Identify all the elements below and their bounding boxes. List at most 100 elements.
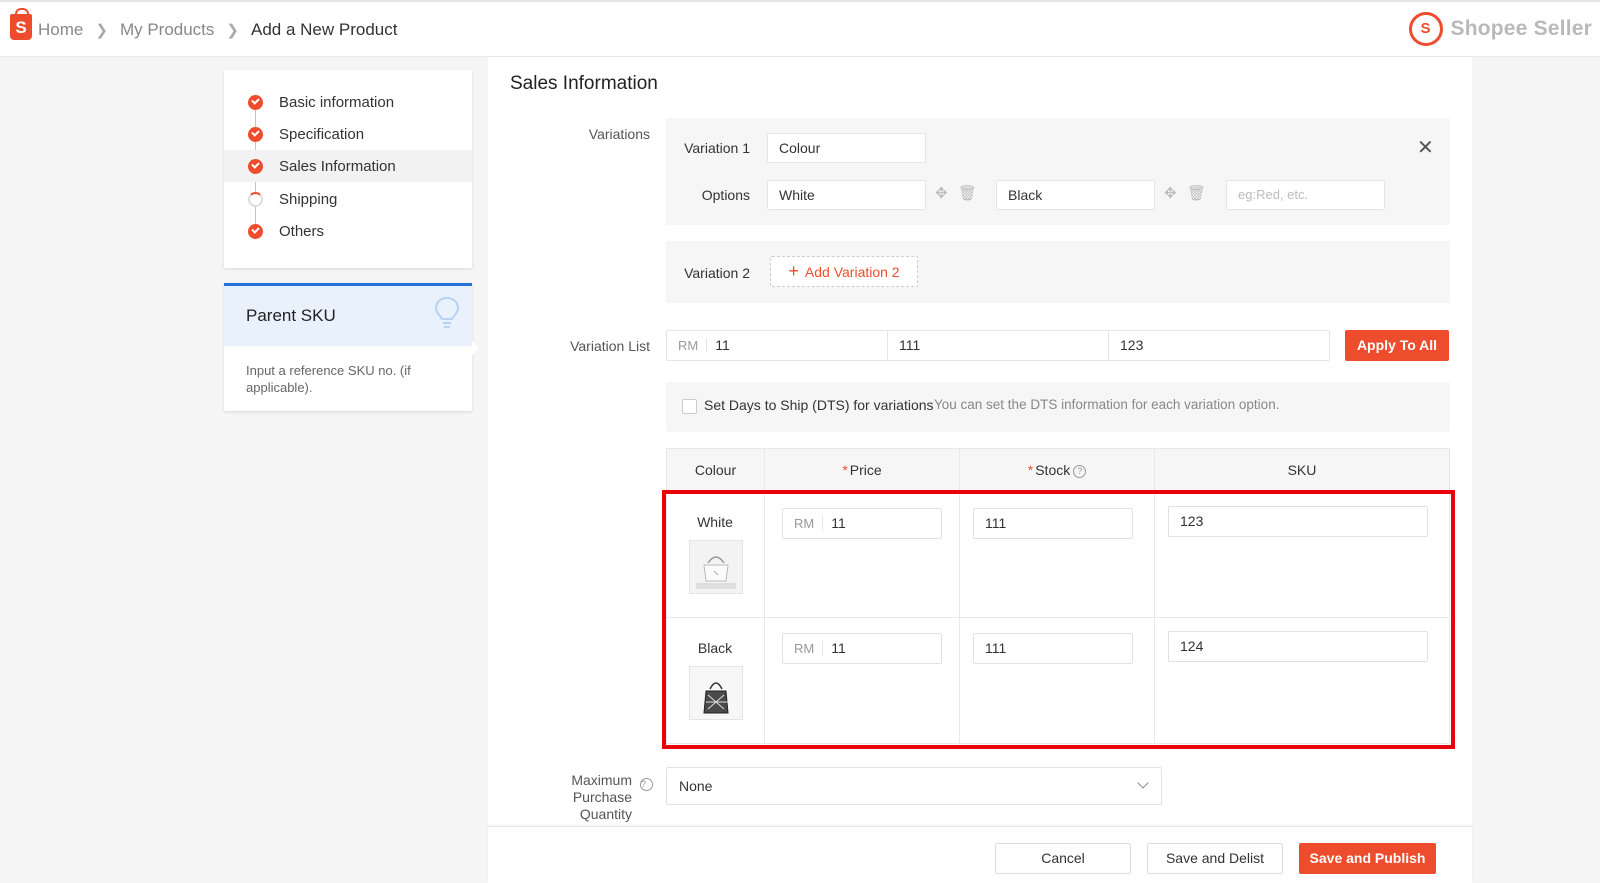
shopee-bag-icon: S — [1408, 12, 1443, 46]
step-specification[interactable]: Specification — [224, 118, 472, 150]
step-label: Specification — [279, 125, 365, 143]
header-price: * Price — [765, 449, 960, 491]
shopee-logo-icon[interactable]: S — [10, 8, 32, 40]
stock-input-black[interactable]: 111 — [973, 633, 1133, 664]
check-circle-icon — [248, 223, 263, 239]
max-purchase-label-line2: Purchase Quantity — [572, 789, 632, 822]
variation1-label: Variation 1 — [684, 140, 750, 156]
currency-prefix: RM — [794, 516, 824, 531]
header-colour: Colour — [667, 449, 765, 491]
trash-icon[interactable]: 🗑 — [958, 184, 977, 202]
drag-move-icon[interactable]: ✥ — [935, 184, 948, 202]
breadcrumb-home[interactable]: Home — [38, 20, 83, 40]
white-bag-image — [690, 541, 742, 593]
sku-input-black[interactable]: 124 — [1168, 631, 1428, 662]
header-stock: * Stock? — [960, 449, 1155, 491]
dts-row: Set Days to Ship (DTS) for variations Yo… — [666, 382, 1450, 432]
close-icon[interactable]: ✕ — [1417, 135, 1434, 160]
option-input-black[interactable]: Black — [996, 180, 1155, 210]
dts-checkbox[interactable] — [682, 399, 697, 414]
check-circle-icon — [248, 126, 263, 142]
max-purchase-label: Maximum Purchase Quantity — [520, 772, 632, 823]
apply-to-all-button[interactable]: Apply To All — [1345, 330, 1449, 361]
help-icon[interactable]: ? — [1073, 465, 1087, 478]
step-label: Basic information — [279, 93, 395, 111]
variation2-label: Variation 2 — [684, 265, 750, 281]
parent-sku-tip: Parent SKU Input a reference SKU no. (if… — [224, 283, 479, 411]
breadcrumb-my-products[interactable]: My Products — [120, 20, 214, 40]
options-label: Options — [701, 187, 750, 203]
save-and-publish-button[interactable]: Save and Publish — [1299, 843, 1436, 874]
price-value: 11 — [831, 640, 846, 656]
tip-description: Input a reference SKU no. (if applicable… — [246, 363, 411, 395]
step-basic-information[interactable]: Basic information — [224, 86, 472, 118]
new-option-input[interactable]: eg:Red, etc. — [1226, 180, 1385, 210]
variation-name-black: Black — [697, 640, 733, 656]
brand-text: Shopee Seller — [1450, 17, 1592, 40]
max-purchase-select[interactable]: None — [666, 767, 1162, 805]
step-label: Shipping — [279, 190, 338, 208]
currency-prefix: RM — [678, 338, 708, 353]
currency-prefix: RM — [794, 641, 824, 656]
dts-hint: You can set the DTS information for each… — [934, 397, 1280, 412]
breadcrumb: Home ❯ My Products ❯ Add a New Product — [38, 20, 397, 40]
header-stock-label: Stock — [1035, 462, 1071, 478]
step-sales-information[interactable]: Sales Information — [224, 150, 472, 182]
breadcrumb-current: Add a New Product — [251, 20, 398, 39]
save-and-delist-button[interactable]: Save and Delist — [1147, 843, 1283, 874]
option-input-white[interactable]: White — [767, 180, 926, 210]
batch-sku-input[interactable]: 123 — [1109, 331, 1329, 360]
tip-pointer — [472, 341, 479, 355]
step-others[interactable]: Others — [224, 215, 472, 247]
check-circle-icon — [248, 94, 263, 110]
sku-input-white[interactable]: 123 — [1168, 506, 1428, 537]
step-navigation: Basic information Specification Sales In… — [224, 70, 472, 268]
price-value: 11 — [831, 515, 846, 531]
lightbulb-icon — [434, 296, 460, 328]
cancel-button[interactable]: Cancel — [995, 843, 1131, 874]
add-variation2-button[interactable]: + Add Variation 2 — [770, 256, 918, 287]
chevron-right-icon: ❯ — [226, 22, 239, 39]
product-thumbnail-black[interactable] — [689, 666, 743, 720]
max-purchase-value: None — [679, 778, 713, 794]
header-sku: SKU — [1155, 449, 1449, 491]
tip-header: Parent SKU — [224, 286, 472, 346]
chevron-right-icon: ❯ — [95, 22, 108, 39]
brand-logo[interactable]: S Shopee Seller — [1408, 12, 1593, 46]
check-circle-icon — [248, 158, 263, 174]
black-bag-image — [690, 667, 742, 719]
chevron-down-icon — [1137, 777, 1149, 789]
batch-price-value: 11 — [715, 337, 730, 353]
required-mark: * — [842, 462, 848, 478]
variation-table: Colour * Price * Stock? SKU White RM 11 111… — [666, 448, 1450, 744]
variation-list-label: Variation List — [570, 338, 650, 354]
batch-price-input[interactable]: RM 11 — [667, 331, 888, 360]
stock-input-white[interactable]: 111 — [973, 508, 1133, 539]
batch-stock-input[interactable]: 111 — [888, 331, 1109, 360]
help-icon[interactable]: ? — [640, 778, 653, 791]
price-input-black[interactable]: RM 11 — [782, 633, 942, 664]
product-thumbnail-white[interactable] — [689, 540, 743, 594]
step-shipping[interactable]: Shipping — [224, 183, 472, 215]
variation-name-white: White — [697, 514, 733, 530]
tip-title: Parent SKU — [246, 306, 336, 325]
footer-bar: Cancel Save and Delist Save and Publish — [488, 826, 1472, 883]
progress-circle-icon — [248, 191, 263, 207]
top-bar: S Home ❯ My Products ❯ Add a New Product… — [0, 0, 1600, 57]
row-divider — [667, 617, 1449, 618]
variations-label: Variations — [588, 126, 650, 142]
dts-label: Set Days to Ship (DTS) for variations — [704, 397, 934, 413]
add-variation2-label: Add Variation 2 — [804, 263, 900, 280]
header-price-label: Price — [849, 462, 882, 478]
trash-icon[interactable]: 🗑 — [1187, 184, 1206, 202]
step-label: Others — [279, 222, 325, 240]
variation-list-inputs: RM 11 111 123 — [666, 330, 1330, 361]
required-mark: * — [1027, 462, 1034, 478]
price-input-white[interactable]: RM 11 — [782, 508, 942, 539]
drag-move-icon[interactable]: ✥ — [1164, 184, 1177, 202]
section-title: Sales Information — [510, 73, 658, 94]
variation1-name-input[interactable]: Colour — [767, 133, 926, 163]
logo-letter: S — [15, 18, 27, 37]
max-purchase-label-line1: Maximum — [571, 772, 632, 788]
step-label: Sales Information — [279, 157, 396, 175]
